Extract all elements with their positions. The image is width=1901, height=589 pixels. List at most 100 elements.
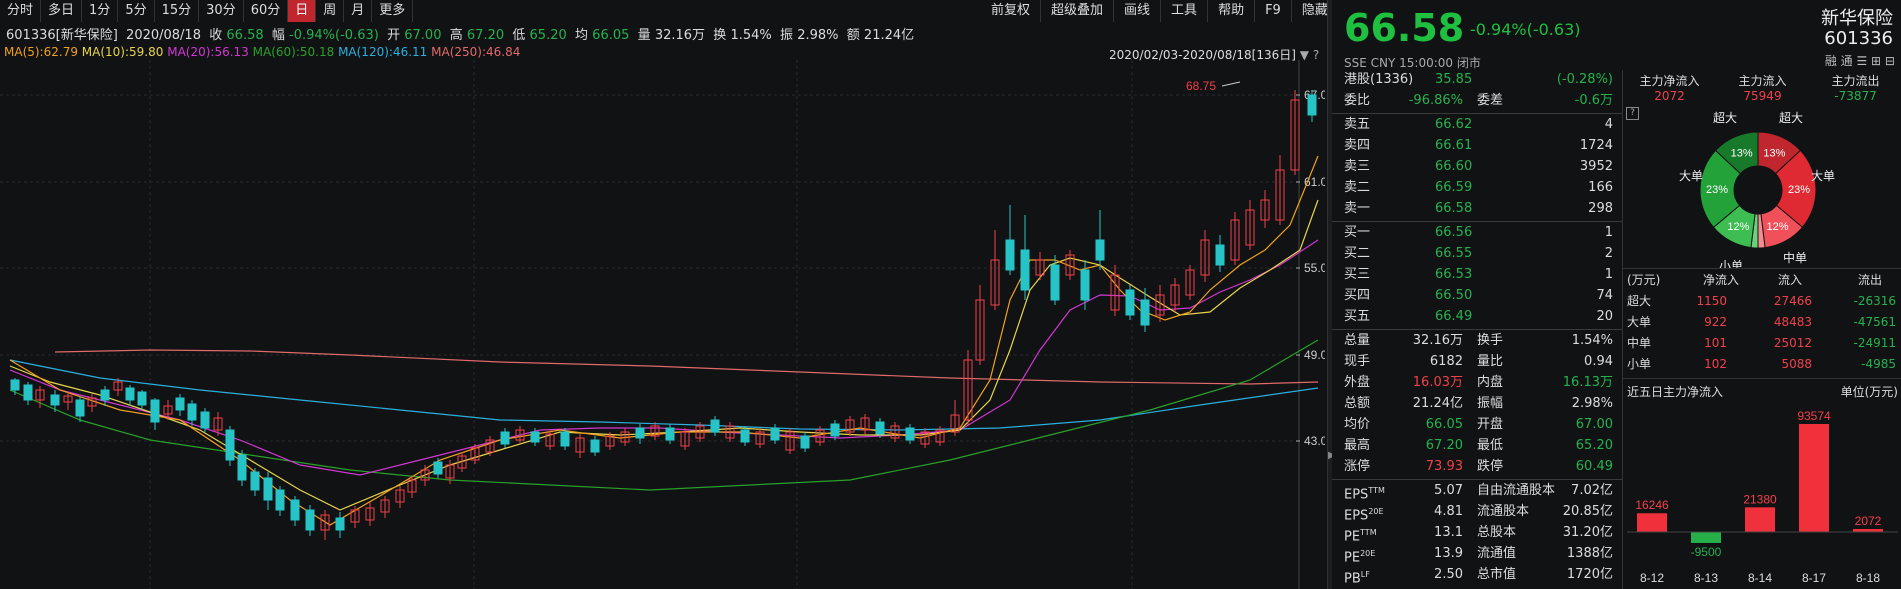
bid-price: 66.56 xyxy=(1435,225,1473,240)
bid-row[interactable]: 买四 66.50 74 xyxy=(1332,286,1623,307)
last-price: 66.58 xyxy=(1344,6,1465,50)
tool-button-2[interactable]: 画线 xyxy=(1114,0,1162,22)
kline-chart[interactable]: 67.0061.0055.0049.0043.0068.75 xyxy=(0,60,1325,589)
period-tab-8[interactable]: 周 xyxy=(316,0,345,22)
period-tab-4[interactable]: 15分 xyxy=(155,0,200,22)
candle[interactable] xyxy=(335,512,345,538)
tool-button-3[interactable]: 工具 xyxy=(1161,0,1209,22)
tool-button-5[interactable]: F9 xyxy=(1255,0,1292,22)
candle[interactable] xyxy=(365,502,375,526)
candle[interactable] xyxy=(1185,265,1195,300)
period-tab-9[interactable]: 月 xyxy=(344,0,373,22)
candle-body xyxy=(250,471,260,491)
candle[interactable] xyxy=(830,420,840,440)
ask-row[interactable]: 卖四 66.61 1724 xyxy=(1332,136,1623,157)
candle[interactable] xyxy=(1125,285,1135,320)
ask-row[interactable]: 卖二 66.59 166 xyxy=(1332,178,1623,199)
candle[interactable] xyxy=(500,428,510,448)
candle[interactable] xyxy=(1020,215,1030,300)
candle[interactable] xyxy=(860,414,870,434)
candle[interactable] xyxy=(770,424,780,444)
candle[interactable] xyxy=(187,400,197,426)
ask-row[interactable]: 卖三 66.60 3952 xyxy=(1332,157,1623,178)
candle[interactable] xyxy=(125,385,135,406)
ask-row[interactable]: 卖一 66.58 298 xyxy=(1332,199,1623,220)
bid-row[interactable]: 买二 66.55 2 xyxy=(1332,244,1623,265)
candle[interactable] xyxy=(1230,212,1240,265)
bid-row[interactable]: 买三 66.53 1 xyxy=(1332,265,1623,286)
candle[interactable] xyxy=(845,416,855,436)
candle[interactable] xyxy=(275,486,285,516)
candle[interactable] xyxy=(200,408,210,432)
candle[interactable] xyxy=(250,468,260,496)
period-tab-0[interactable]: 分时 xyxy=(0,0,42,22)
candle[interactable] xyxy=(485,436,495,456)
candle[interactable] xyxy=(100,386,110,406)
candle[interactable] xyxy=(710,416,720,436)
candle[interactable] xyxy=(1275,155,1285,225)
candle[interactable] xyxy=(890,422,900,442)
candle[interactable] xyxy=(137,390,147,410)
candle[interactable] xyxy=(150,398,160,430)
candle[interactable] xyxy=(23,382,33,405)
candle[interactable] xyxy=(380,496,390,518)
candle-body xyxy=(500,431,510,445)
period-tab-3[interactable]: 5分 xyxy=(118,0,155,22)
period-tab-6[interactable]: 60分 xyxy=(244,0,289,22)
flow-col-header: 流出 xyxy=(1858,273,1883,287)
bid-row[interactable]: 买五 66.49 20 xyxy=(1332,307,1623,328)
fin-label: 自由流通股本 xyxy=(1477,483,1556,498)
flow-out: -26316 xyxy=(1853,294,1896,308)
tool-button-0[interactable]: 前复权 xyxy=(981,0,1042,22)
period-tab-2[interactable]: 1分 xyxy=(82,0,119,22)
candle[interactable] xyxy=(1215,235,1225,272)
period-tab-10[interactable]: 更多 xyxy=(372,0,414,22)
candle[interactable] xyxy=(395,486,405,508)
candle[interactable] xyxy=(650,422,660,440)
candle[interactable] xyxy=(10,378,20,395)
period-tab-5[interactable]: 30分 xyxy=(199,0,244,22)
tool-button-1[interactable]: 超级叠加 xyxy=(1041,0,1115,22)
tool-button-4[interactable]: 帮助 xyxy=(1208,0,1256,22)
period-tab-7[interactable]: 日 xyxy=(288,0,317,22)
candle[interactable] xyxy=(305,505,315,536)
candle[interactable] xyxy=(433,458,443,478)
period-tab-1[interactable]: 多日 xyxy=(41,0,83,22)
fin-label: PBLF xyxy=(1344,570,1370,587)
candle[interactable] xyxy=(213,412,223,436)
candle[interactable] xyxy=(320,510,330,540)
candle[interactable] xyxy=(237,450,247,486)
candle[interactable] xyxy=(175,394,185,416)
candle[interactable] xyxy=(1035,252,1045,280)
bid-row[interactable]: 买一 66.56 1 xyxy=(1332,223,1623,244)
candle[interactable] xyxy=(1005,205,1015,275)
quote-icons[interactable]: 融 通 ☰ ⊞ ⊟ xyxy=(1825,52,1895,69)
candle[interactable] xyxy=(263,472,273,510)
candle[interactable] xyxy=(575,434,585,458)
candle[interactable] xyxy=(1307,90,1317,122)
candle[interactable] xyxy=(975,285,985,365)
candle[interactable] xyxy=(225,426,235,466)
candle[interactable] xyxy=(290,496,300,526)
candle[interactable] xyxy=(1200,230,1210,282)
candle-body xyxy=(740,429,750,443)
candle[interactable] xyxy=(1095,210,1105,270)
stat-value: 60.49 xyxy=(1575,459,1613,474)
bid-label: 买一 xyxy=(1344,225,1371,240)
candle[interactable] xyxy=(1260,190,1270,228)
candle[interactable] xyxy=(963,350,973,426)
candle[interactable] xyxy=(1140,288,1150,332)
candle[interactable] xyxy=(990,230,1000,310)
candle[interactable] xyxy=(63,392,73,410)
candle[interactable] xyxy=(800,432,810,452)
candle[interactable] xyxy=(1170,278,1180,312)
ask-row[interactable]: 卖五 66.62 4 xyxy=(1332,115,1623,136)
hk-row[interactable]: 港股(1336) 35.85 (-0.28%) xyxy=(1332,70,1623,91)
candle[interactable] xyxy=(75,396,85,422)
candle[interactable] xyxy=(590,436,600,456)
stat-label: 最高 xyxy=(1344,438,1371,453)
candle[interactable] xyxy=(1245,200,1255,250)
candle[interactable] xyxy=(755,428,765,448)
candle[interactable] xyxy=(1290,90,1300,175)
candle[interactable] xyxy=(545,430,555,450)
